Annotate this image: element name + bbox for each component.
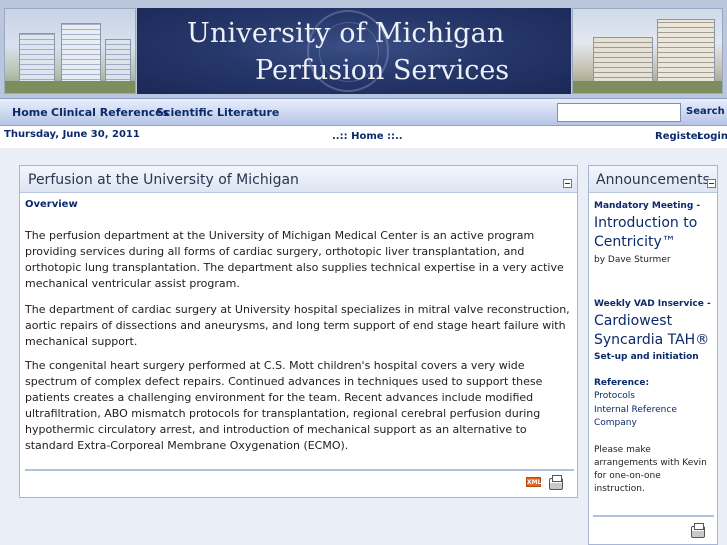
nav-item-scientific-literature[interactable]: Scientific Literature [156,106,279,119]
banner-title-line2: Perfusion Services [255,55,510,86]
paragraph-intro: The perfusion department at the Universi… [25,229,564,290]
minimize-icon[interactable] [563,179,572,188]
print-icon[interactable] [691,523,705,538]
info-bar: Thursday, June 30, 2011 ..:: Home ::.. R… [0,127,727,147]
banner-title-line1: University of Michigan [187,18,505,49]
announcements-title: Announcements [596,172,710,188]
current-date: Thursday, June 30, 2011 [4,129,140,140]
print-icon[interactable] [549,475,563,490]
login-link[interactable]: Login [697,131,727,142]
building-shape [61,23,101,85]
announcement-2-title[interactable]: Cardiowest Syncardia TAH® [594,312,716,350]
panel-divider [593,515,714,517]
hospital-photo-right [572,8,723,94]
reference-link-company[interactable]: Company [594,418,637,428]
search-input[interactable] [557,103,681,122]
lawn-shape [573,81,722,93]
paragraph-cardiac: The department of cardiac surgery at Uni… [25,303,570,348]
reference-link-protocols[interactable]: Protocols [594,391,635,401]
nav-item-clinical-references[interactable]: Clinical References [51,106,169,119]
nav-item-home[interactable]: Home [12,106,48,119]
site-banner: University of Michigan Perfusion Service… [0,0,727,98]
building-shape [593,37,653,83]
announcement-1-author: by Dave Sturmer [594,255,671,265]
reference-link-internal[interactable]: Internal Reference [594,405,677,415]
announcements-header: Announcements [589,166,717,193]
announcement-2-heading: Weekly VAD Inservice - [594,299,711,309]
building-shape [19,33,55,85]
breadcrumb: ..:: Home ::.. [332,131,403,142]
main-panel-header: Perfusion at the University of Michigan [20,166,577,193]
panel-divider [25,469,574,471]
announcement-1-heading: Mandatory Meeting - [594,201,701,211]
search-button[interactable]: Search [686,106,725,117]
main-panel-title: Perfusion at the University of Michigan [28,172,299,188]
paragraph-congenital: The congenital heart surgery performed a… [25,359,543,452]
register-link[interactable]: Register [655,131,703,142]
announcement-1-title[interactable]: Introduction to Centricity™ [594,214,714,252]
hospital-photo-left [4,8,136,94]
main-nav: Home Clinical References Scientific Lite… [0,98,727,126]
building-shape [657,19,715,83]
xml-feed-icon[interactable]: XML [526,477,541,487]
minimize-icon[interactable] [707,179,716,188]
content-area: Perfusion at the University of Michigan … [0,148,727,545]
reference-heading: Reference: [594,378,650,388]
overview-label: Overview [25,199,78,210]
building-shape [105,39,131,85]
lawn-shape [5,81,135,93]
instruction-note: Please make arrangements with Kevin for … [594,445,707,494]
announcement-2-subtitle: Set-up and initiation [594,352,699,362]
main-panel: Perfusion at the University of Michigan … [19,165,578,498]
banner-title-area: University of Michigan Perfusion Service… [137,8,571,94]
announcements-panel: Announcements Mandatory Meeting - Introd… [588,165,718,545]
